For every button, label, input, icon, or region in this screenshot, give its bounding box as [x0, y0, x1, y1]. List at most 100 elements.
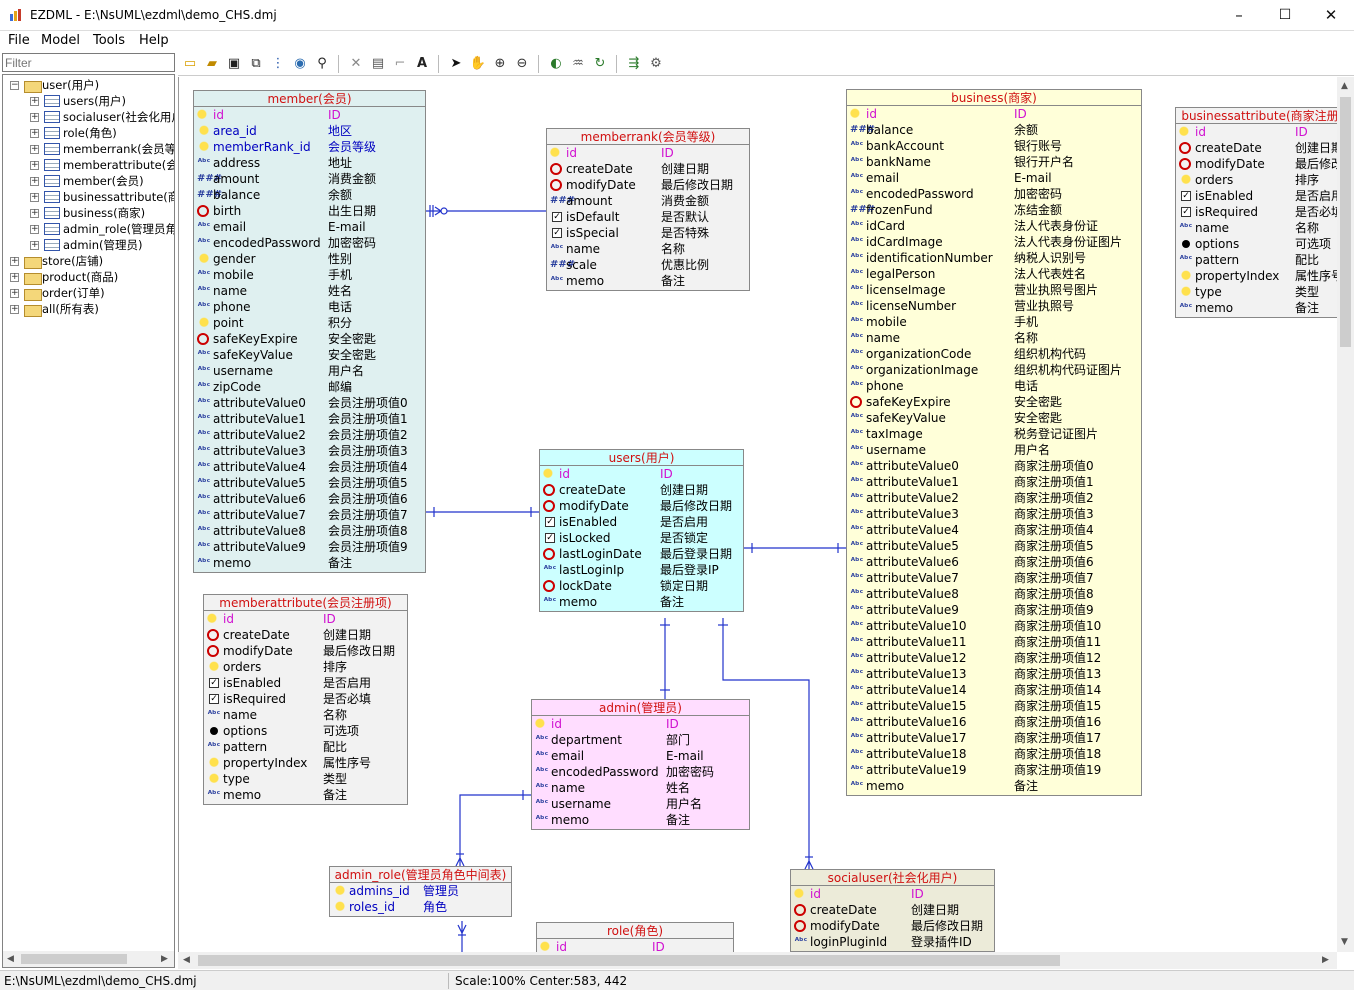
entity-field[interactable]: orders 排序 — [204, 659, 407, 675]
entity-field[interactable]: point 积分 — [194, 315, 425, 331]
entity-field[interactable]: ᴬᵇᶜ attributeValue0 商家注册项值0 — [847, 458, 1141, 474]
zoom-out-icon[interactable]: ⊖ — [512, 54, 532, 74]
tree-folder[interactable]: order(订单) — [24, 285, 105, 301]
entity-memberattribute[interactable]: memberattribute(会员注册项) id ID createDate 创建日期… — [203, 594, 408, 805]
entity-field[interactable]: modifyDate 最后修改日期 — [204, 643, 407, 659]
entity-field[interactable]: ✓ isLocked 是否锁定 — [540, 530, 743, 546]
entity-field[interactable]: ᴬᵇᶜ name 姓名 — [532, 780, 749, 796]
tree-item[interactable]: memberrank(会员等级) — [44, 141, 174, 157]
entity-field[interactable]: ᴬᵇᶜ zipCode 邮编 — [194, 379, 425, 395]
entity-title[interactable]: memberattribute(会员注册项) — [204, 595, 407, 611]
model-tree[interactable]: − user(用户) ◀ ▶ + users(用户) + socialuser(社会化… — [2, 74, 175, 968]
entity-socialuser[interactable]: socialuser(社会化用户) id ID createDate 创建日期 modif… — [790, 869, 995, 952]
menu-help[interactable]: Help — [139, 33, 169, 48]
entity-business[interactable]: business(商家) id ID ### balance 余额 ᴬᵇᶜ bankAccou… — [846, 89, 1142, 796]
entity-field[interactable]: orders 排序 — [1176, 172, 1337, 188]
entity-field[interactable]: ᴬᵇᶜ department 部门 — [532, 732, 749, 748]
entity-field[interactable]: ᴬᵇᶜ encodedPassword 加密密码 — [194, 235, 425, 251]
entity-field[interactable]: ᴬᵇᶜ attributeValue2 商家注册项值2 — [847, 490, 1141, 506]
entity-field[interactable]: ✓ isSpecial 是否特殊 — [547, 225, 749, 241]
entity-field[interactable]: ᴬᵇᶜ licenseImage 营业执照号图片 — [847, 282, 1141, 298]
tree-root[interactable]: user(用户) — [24, 77, 99, 93]
entity-field[interactable]: ᴬᵇᶜ attributeValue2 会员注册项值2 — [194, 427, 425, 443]
entity-field[interactable]: ᴬᵇᶜ safeKeyValue 安全密匙 — [847, 410, 1141, 426]
entity-field[interactable]: ᴬᵇᶜ name 名称 — [1176, 220, 1337, 236]
tree-scroll-thumb[interactable] — [21, 954, 127, 964]
entity-field[interactable]: ᴬᵇᶜ attributeValue1 商家注册项值1 — [847, 474, 1141, 490]
entity-field[interactable]: ᴬᵇᶜ attributeValue4 商家注册项值4 — [847, 522, 1141, 538]
tree-item[interactable]: admin_role(管理员角色 — [44, 221, 174, 237]
tree-view-icon[interactable]: ⋮ — [268, 54, 288, 74]
entity-field[interactable]: ᴬᵇᶜ memo 备注 — [847, 778, 1141, 794]
entity-field[interactable]: id ID — [847, 106, 1141, 122]
entity-field[interactable]: gender 性别 — [194, 251, 425, 267]
entity-field[interactable]: ᴬᵇᶜ safeKeyValue 安全密匙 — [194, 347, 425, 363]
expand-icon[interactable]: + — [30, 97, 39, 106]
entity-field[interactable]: ᴬᵇᶜ taxImage 税务登记证图片 — [847, 426, 1141, 442]
entity-memberrank[interactable]: memberrank(会员等级) id ID createDate 创建日期 modify… — [546, 128, 750, 291]
entity-field[interactable]: id ID — [194, 107, 425, 123]
entity-field[interactable]: ᴬᵇᶜ email E-mail — [532, 748, 749, 764]
canvas-vscroll-thumb[interactable] — [1340, 97, 1351, 347]
entity-field[interactable]: modifyDate 最后修改日期 — [791, 918, 994, 934]
expand-icon[interactable]: + — [10, 273, 19, 282]
entity-field[interactable]: id ID — [204, 611, 407, 627]
expand-icon[interactable]: + — [30, 145, 39, 154]
expand-icon[interactable]: + — [30, 129, 39, 138]
entity-field[interactable]: ᴬᵇᶜ pattern 配比 — [1176, 252, 1337, 268]
entity-title[interactable]: businessattribute(商家注册 — [1176, 108, 1337, 124]
expand-icon[interactable]: + — [30, 241, 39, 250]
entity-title[interactable]: member(会员) — [194, 91, 425, 107]
canvas-horizontal-scrollbar[interactable]: ◀ ▶ — [178, 952, 1337, 969]
entity-field[interactable]: ᴬᵇᶜ attributeValue13 商家注册项值13 — [847, 666, 1141, 682]
entity-field[interactable]: ᴬᵇᶜ organizationImage 组织机构代码证图片 — [847, 362, 1141, 378]
entity-field[interactable]: modifyDate 最后修改 — [1176, 156, 1337, 172]
tree-item[interactable]: admin(管理员) — [44, 237, 143, 253]
entity-field[interactable]: ᴬᵇᶜ attributeValue5 商家注册项值5 — [847, 538, 1141, 554]
entity-field[interactable]: ᴬᵇᶜ attributeValue7 商家注册项值7 — [847, 570, 1141, 586]
entity-field[interactable]: ✓ isEnabled 是否启用 — [540, 514, 743, 530]
entity-title[interactable]: socialuser(社会化用户) — [791, 870, 994, 886]
entity-member[interactable]: member(会员) id ID area_id 地区 memberRank_id 会员等级… — [193, 90, 426, 573]
entity-field[interactable]: id ID — [547, 145, 749, 161]
minimize-button[interactable]: – — [1216, 0, 1262, 31]
tree-item[interactable]: member(会员) — [44, 173, 144, 189]
entity-field[interactable]: ᴬᵇᶜ loginPluginId 登录插件ID — [791, 934, 994, 950]
entity-field[interactable]: ### balance 余额 — [847, 122, 1141, 138]
collapse-icon[interactable]: − — [10, 81, 19, 90]
export-icon[interactable]: ⇶ — [624, 54, 644, 74]
entity-field[interactable]: ᴬᵇᶜ attributeValue4 会员注册项值4 — [194, 459, 425, 475]
entity-field[interactable]: safeKeyExpire 安全密匙 — [194, 331, 425, 347]
entity-field[interactable]: ᴬᵇᶜ phone 电话 — [194, 299, 425, 315]
entity-field[interactable]: ### scale 优惠比例 — [547, 257, 749, 273]
expand-icon[interactable]: + — [30, 225, 39, 234]
entity-field[interactable]: ᴬᵇᶜ attributeValue14 商家注册项值14 — [847, 682, 1141, 698]
entity-title[interactable]: memberrank(会员等级) — [547, 129, 749, 145]
canvas-hscroll-thumb[interactable] — [198, 955, 1060, 966]
entity-field[interactable]: ᴬᵇᶜ attributeValue3 会员注册项值3 — [194, 443, 425, 459]
entity-field[interactable]: ᴬᵇᶜ phone 电话 — [847, 378, 1141, 394]
diagram-canvas[interactable]: member(会员) id ID area_id 地区 memberRank_id 会员等级… — [178, 77, 1337, 952]
entity-field[interactable]: ✓ isDefault 是否默认 — [547, 209, 749, 225]
entity-title[interactable]: admin_role(管理员角色中间表) — [330, 867, 511, 883]
expand-icon[interactable]: + — [30, 193, 39, 202]
entity-field[interactable]: createDate 创建日期 — [204, 627, 407, 643]
entity-field[interactable]: ᴬᵇᶜ memo 备注 — [194, 555, 425, 571]
entity-field[interactable]: ᴬᵇᶜ pattern 配比 — [204, 739, 407, 755]
entity-field[interactable]: area_id 地区 — [194, 123, 425, 139]
entity-field[interactable]: createDate 创建日期 — [540, 482, 743, 498]
entity-field[interactable]: ᴬᵇᶜ attributeValue15 商家注册项值15 — [847, 698, 1141, 714]
entity-field[interactable]: admins_id 管理员 — [330, 883, 511, 899]
save-all-icon[interactable]: ⧉ — [246, 54, 266, 74]
entity-field[interactable]: id ID — [532, 716, 749, 732]
entity-field[interactable]: ✓ isEnabled 是否启用 — [1176, 188, 1337, 204]
entity-field[interactable]: options 可选项 — [204, 723, 407, 739]
entity-field[interactable]: createDate 创建日期 — [1176, 140, 1337, 156]
entity-field[interactable]: propertyIndex 属性序号 — [204, 755, 407, 771]
expand-icon[interactable]: + — [10, 257, 19, 266]
entity-field[interactable]: ✓ isEnabled 是否启用 — [204, 675, 407, 691]
entity-title[interactable]: role(角色) — [537, 923, 733, 939]
layout-icon[interactable]: ♒ — [568, 54, 588, 74]
entity-field[interactable]: ᴬᵇᶜ memo 备注 — [532, 812, 749, 828]
tree-folder[interactable]: all(所有表) — [24, 301, 99, 317]
